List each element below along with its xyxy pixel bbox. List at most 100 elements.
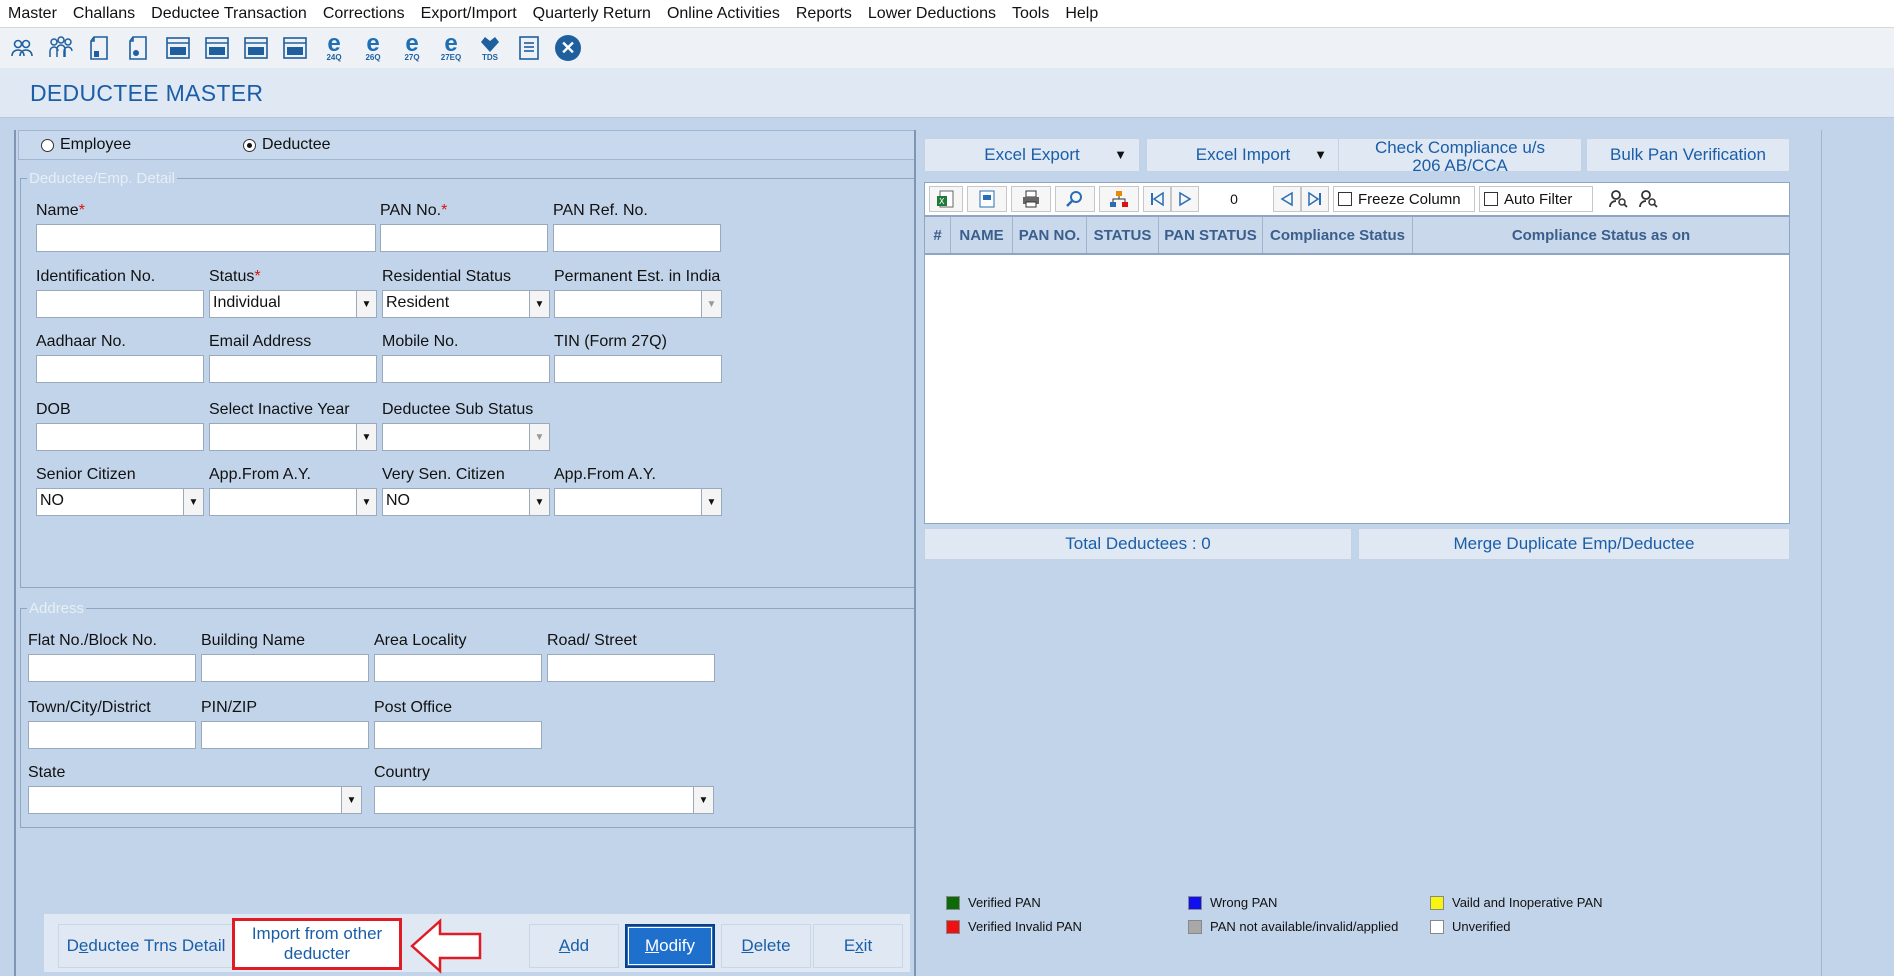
menu-help[interactable]: Help — [1057, 0, 1106, 28]
chevron-down-icon[interactable]: ▼ — [356, 489, 376, 515]
menu-quarterly-return[interactable]: Quarterly Return — [525, 0, 659, 28]
col-pan-no[interactable]: PAN NO. — [1013, 217, 1087, 253]
chevron-down-icon[interactable]: ▼ — [183, 489, 203, 515]
menu-master[interactable]: Master — [0, 0, 65, 28]
report-icon[interactable] — [513, 32, 545, 64]
chevron-down-icon[interactable]: ▼ — [529, 489, 549, 515]
col-name[interactable]: NAME — [951, 217, 1013, 253]
chevron-down-icon[interactable]: ▼ — [356, 291, 376, 317]
radio-employee-circle[interactable] — [41, 138, 54, 152]
country-select[interactable]: ▼ — [374, 786, 714, 814]
chevron-down-icon[interactable]: ▼ — [341, 787, 361, 813]
col-index[interactable]: # — [925, 217, 951, 253]
employee-form-icon[interactable] — [123, 32, 155, 64]
form-27q-icon[interactable] — [240, 32, 272, 64]
close-icon[interactable]: ✕ — [552, 32, 584, 64]
inactive-year-select[interactable]: ▼ — [209, 423, 377, 451]
chevron-down-icon[interactable]: ▼ — [529, 291, 549, 317]
prev-record-icon[interactable] — [1171, 186, 1199, 212]
chevron-down-icon[interactable]: ▼ — [356, 424, 376, 450]
hierarchy-icon[interactable] — [1099, 186, 1139, 212]
building-input[interactable] — [201, 654, 369, 682]
form-26q-icon[interactable] — [201, 32, 233, 64]
col-compliance-status-as-on[interactable]: Compliance Status as on — [1413, 217, 1789, 253]
excel-icon[interactable]: X — [929, 186, 963, 212]
deductee-grid[interactable]: # NAME PAN NO. STATUS PAN STATUS Complia… — [924, 216, 1790, 524]
chevron-down-icon[interactable]: ▼ — [701, 291, 721, 317]
tin-input[interactable] — [554, 355, 722, 383]
check-compliance-button[interactable]: Check Compliance u/s 206 AB/CCA — [1338, 138, 1582, 172]
radio-deductee-circle[interactable] — [243, 138, 256, 152]
first-record-icon[interactable] — [1143, 186, 1171, 212]
radio-employee[interactable]: Employee — [41, 136, 131, 154]
col-status[interactable]: STATUS — [1087, 217, 1159, 253]
freeze-column-checkbox[interactable] — [1338, 192, 1352, 206]
dob-input[interactable] — [36, 423, 204, 451]
chevron-down-icon[interactable]: ▼ — [693, 787, 713, 813]
chevron-down-icon[interactable]: ▼ — [701, 489, 721, 515]
col-compliance-status[interactable]: Compliance Status — [1263, 217, 1413, 253]
menu-corrections[interactable]: Corrections — [315, 0, 413, 28]
efile-27q-icon[interactable]: e 27Q — [396, 32, 428, 64]
pan-ref-input[interactable] — [553, 224, 721, 252]
excel-import-dropdown[interactable]: Excel Import ▼ — [1146, 138, 1340, 172]
auto-filter-toggle[interactable]: Auto Filter — [1479, 186, 1593, 212]
exit-button[interactable]: Ex it — [813, 924, 903, 968]
deductee-trns-detail-button[interactable]: De ductee Trns Detail — [58, 924, 234, 968]
next-record-icon[interactable] — [1273, 186, 1301, 212]
very-senior-select[interactable]: NO ▼ — [382, 488, 550, 516]
efile-24q-icon[interactable]: e 24Q — [318, 32, 350, 64]
mobile-input[interactable] — [382, 355, 550, 383]
auto-filter-checkbox[interactable] — [1484, 192, 1498, 206]
add-button[interactable]: Add — [529, 924, 619, 968]
post-office-input[interactable] — [374, 721, 542, 749]
bulk-pan-verification-button[interactable]: Bulk Pan Verification — [1586, 138, 1790, 172]
delete-button[interactable]: Delete — [721, 924, 811, 968]
freeze-column-toggle[interactable]: Freeze Column — [1333, 186, 1475, 212]
radio-deductee[interactable]: Deductee — [243, 136, 331, 154]
form-24q-icon[interactable] — [162, 32, 194, 64]
find-next-user-icon[interactable] — [1633, 189, 1663, 209]
sub-status-select[interactable]: ▼ — [382, 423, 550, 451]
col-pan-status[interactable]: PAN STATUS — [1159, 217, 1263, 253]
road-input[interactable] — [547, 654, 715, 682]
chevron-down-icon[interactable]: ▼ — [529, 424, 549, 450]
modify-button[interactable]: Modify — [625, 924, 715, 968]
efile-27eq-icon[interactable]: e 27EQ — [435, 32, 467, 64]
users-icon[interactable] — [6, 32, 38, 64]
last-record-icon[interactable] — [1301, 186, 1329, 212]
state-select[interactable]: ▼ — [28, 786, 362, 814]
residential-status-select[interactable]: Resident ▼ — [382, 290, 550, 318]
export-icon[interactable] — [967, 186, 1007, 212]
identification-input[interactable] — [36, 290, 204, 318]
area-input[interactable] — [374, 654, 542, 682]
menu-challans[interactable]: Challans — [65, 0, 143, 28]
menu-export-import[interactable]: Export/Import — [413, 0, 525, 28]
efile-26q-icon[interactable]: e 26Q — [357, 32, 389, 64]
pan-no-input[interactable] — [380, 224, 548, 252]
menu-reports[interactable]: Reports — [788, 0, 860, 28]
town-input[interactable] — [28, 721, 196, 749]
permanent-est-select[interactable]: ▼ — [554, 290, 722, 318]
flat-input[interactable] — [28, 654, 196, 682]
form-27eq-icon[interactable] — [279, 32, 311, 64]
deductee-form-icon[interactable] — [84, 32, 116, 64]
excel-export-dropdown[interactable]: Excel Export ▼ — [924, 138, 1140, 172]
app-from-ay-select[interactable]: ▼ — [209, 488, 377, 516]
menu-deductee-transaction[interactable]: Deductee Transaction — [143, 0, 315, 28]
app-from-ay2-select[interactable]: ▼ — [554, 488, 722, 516]
import-from-other-deducter-button[interactable]: Import from other deducter — [232, 918, 402, 970]
name-input[interactable] — [36, 224, 376, 252]
menu-online-activities[interactable]: Online Activities — [659, 0, 788, 28]
search-icon[interactable] — [1055, 186, 1095, 212]
print-icon[interactable] — [1011, 186, 1051, 212]
pin-input[interactable] — [201, 721, 369, 749]
menu-lower-deductions[interactable]: Lower Deductions — [860, 0, 1004, 28]
aadhaar-input[interactable] — [36, 355, 204, 383]
menu-tools[interactable]: Tools — [1004, 0, 1057, 28]
tds-icon[interactable]: TDS — [474, 32, 506, 64]
status-select[interactable]: Individual ▼ — [209, 290, 377, 318]
find-user-icon[interactable] — [1603, 189, 1633, 209]
senior-citizen-select[interactable]: NO ▼ — [36, 488, 204, 516]
email-input[interactable] — [209, 355, 377, 383]
